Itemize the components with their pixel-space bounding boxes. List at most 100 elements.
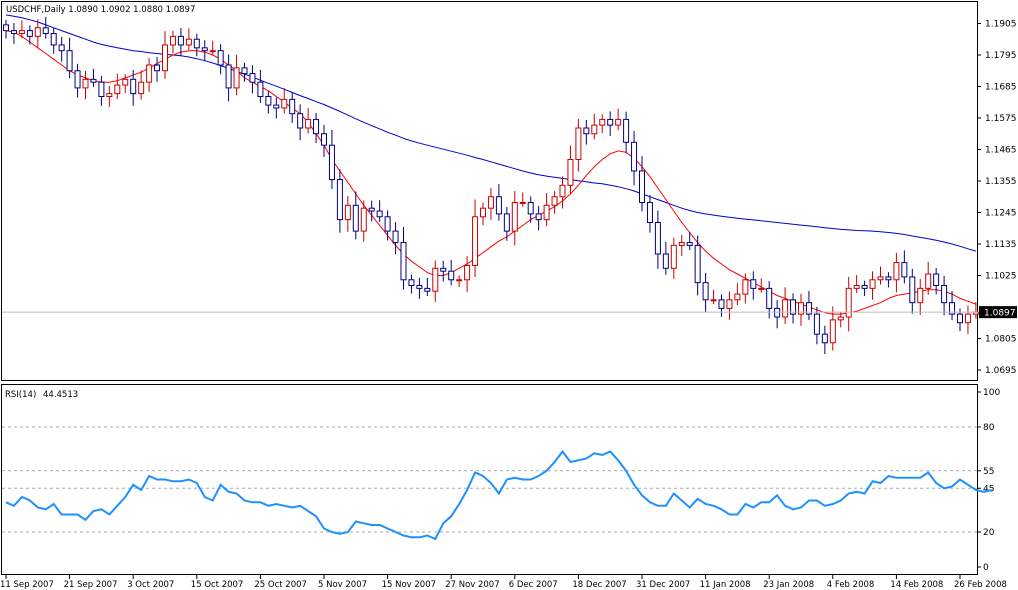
candle-body [273, 104, 280, 109]
time-tick-label: 26 Feb 2008 [954, 580, 1007, 590]
candle-body [869, 279, 876, 289]
candle-body [607, 118, 614, 126]
chart-canvas[interactable]: 1.1905 1.1795 1.1685 1.1575 1.1465 1.1355 1.12… [0, 0, 1018, 590]
candle-body [710, 299, 717, 302]
candle-body [821, 333, 828, 344]
candle-body [837, 316, 844, 321]
candle-body [265, 96, 272, 106]
price-tick-label: 1.1245 [985, 208, 1017, 218]
candle-body [678, 242, 685, 246]
candle-body [917, 287, 924, 304]
time-tick-label: 21 Sep 2007 [64, 580, 118, 590]
time-tick-label: 18 Dec 2007 [572, 580, 626, 590]
candle-body [567, 159, 574, 186]
candle-body [297, 113, 304, 129]
candle-body [169, 35, 176, 46]
candle-body [718, 299, 725, 309]
candle-body [305, 118, 312, 129]
time-tick-label: 6 Dec 2007 [509, 580, 558, 590]
candle-body [368, 207, 375, 212]
candle-body [813, 313, 820, 335]
candle-body [495, 196, 502, 215]
candle-body [241, 67, 248, 75]
rsi-tick-label: 100 [983, 388, 1000, 398]
time-tick-label: 15 Nov 2007 [382, 580, 436, 590]
candle-body [575, 127, 582, 160]
candle-body [289, 98, 296, 115]
rsi-axis: 100 80 55 45 20 0 [977, 388, 1000, 573]
candle-body [527, 201, 534, 215]
candle-body [758, 287, 765, 290]
time-tick-label: 4 Feb 2008 [827, 580, 875, 590]
candle-body [416, 285, 423, 289]
candle-body [885, 276, 892, 281]
rsi-tick-label: 20 [983, 528, 995, 538]
price-tick-label: 1.1795 [985, 51, 1017, 61]
candle-body [432, 267, 439, 292]
candle-body [964, 313, 971, 324]
candle-body [559, 184, 566, 198]
candle-body [257, 81, 264, 97]
candle-body [583, 127, 590, 135]
price-tick-label: 1.1025 [985, 271, 1017, 281]
candle-body [313, 118, 320, 135]
candle-body [909, 276, 916, 304]
candle-body [734, 293, 741, 301]
candle-body [328, 144, 335, 181]
candle-body [193, 38, 200, 49]
candle-body [66, 50, 73, 72]
candle-body [845, 287, 852, 318]
price-tick-label: 1.1575 [985, 114, 1017, 124]
candle-body [941, 285, 948, 304]
price-tick-label: 1.0805 [985, 334, 1017, 344]
candle-body [344, 204, 351, 221]
rsi-tick-label: 45 [983, 484, 994, 494]
candle-body [480, 207, 486, 218]
candle-body [694, 244, 701, 284]
candle-body [861, 285, 868, 289]
candle-body [281, 98, 288, 109]
candle-body [774, 307, 781, 318]
candle-body [670, 244, 677, 269]
time-tick-label: 23 Jan 2008 [763, 580, 814, 590]
price-axis: 1.1905 1.1795 1.1685 1.1575 1.1465 1.1355 1.12… [977, 19, 1017, 376]
candle-body [750, 279, 757, 289]
candle-body [114, 84, 121, 95]
candle-body [877, 276, 884, 281]
candle-body [503, 213, 510, 232]
candle-body [551, 196, 558, 206]
candle-body [225, 64, 232, 89]
candle-body [448, 270, 455, 281]
candle-body [209, 50, 216, 53]
candle-body [440, 267, 447, 272]
candle-body [384, 216, 391, 232]
candle-body [543, 204, 550, 221]
candle-body [58, 44, 65, 52]
candle-body [90, 78, 97, 83]
candle-body [376, 210, 383, 218]
candle-body [185, 38, 192, 46]
time-tick-label: 11 Sep 2007 [0, 580, 54, 590]
candle-body [631, 141, 638, 172]
candle-body [511, 201, 518, 232]
candle-body [662, 253, 669, 269]
candle-body [42, 27, 49, 35]
price-tick-label: 1.1905 [985, 19, 1017, 29]
rsi-name-label: RSI(14) [5, 390, 36, 400]
candle-body [26, 30, 33, 37]
time-tick-label: 27 Nov 2007 [445, 580, 499, 590]
candle-body [50, 33, 57, 46]
candle-body [249, 73, 256, 83]
price-tick-label: 1.1135 [985, 240, 1017, 250]
candle-body [829, 319, 836, 344]
candle-body [34, 27, 41, 37]
price-tick-label: 1.1465 [985, 145, 1017, 155]
time-tick-label: 25 Oct 2007 [254, 580, 307, 590]
candle-body [122, 78, 129, 86]
candle-body [154, 64, 161, 72]
candle-body [686, 242, 693, 246]
symbol-info-label: USDCHF,Daily 1.0890 1.0902 1.0880 1.0897 [6, 5, 195, 15]
candle-body [392, 230, 399, 244]
candle-body [146, 64, 153, 83]
candle-body [130, 78, 137, 95]
